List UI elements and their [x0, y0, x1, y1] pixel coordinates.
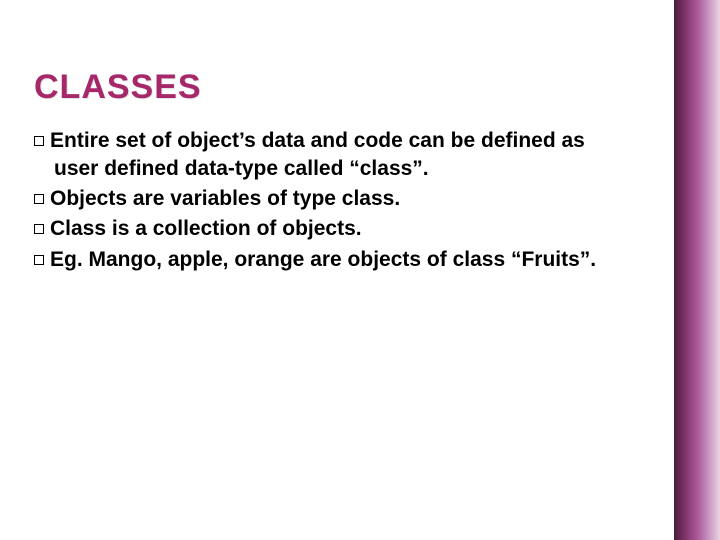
- bullet-text: Class is a collection of objects.: [50, 217, 362, 240]
- bullet-text: Eg. Mango, apple, orange are objects of …: [50, 248, 596, 271]
- square-bullet-icon: [34, 136, 44, 146]
- square-bullet-icon: [34, 194, 44, 204]
- page-title: CLASSES: [34, 68, 632, 107]
- side-gradient-accent: [674, 0, 720, 540]
- list-item: Objects are variables of type class.: [34, 185, 632, 213]
- list-item: Entire set of object’s data and code can…: [34, 127, 632, 183]
- bullet-list: Entire set of object’s data and code can…: [34, 127, 632, 274]
- square-bullet-icon: [34, 255, 44, 265]
- list-item: Class is a collection of objects.: [34, 215, 632, 243]
- square-bullet-icon: [34, 224, 44, 234]
- slide-content: CLASSES Entire set of object’s data and …: [0, 0, 660, 276]
- bullet-text: Entire set of object’s data and code can…: [50, 129, 585, 180]
- bullet-text: Objects are variables of type class.: [50, 187, 400, 210]
- list-item: Eg. Mango, apple, orange are objects of …: [34, 246, 632, 274]
